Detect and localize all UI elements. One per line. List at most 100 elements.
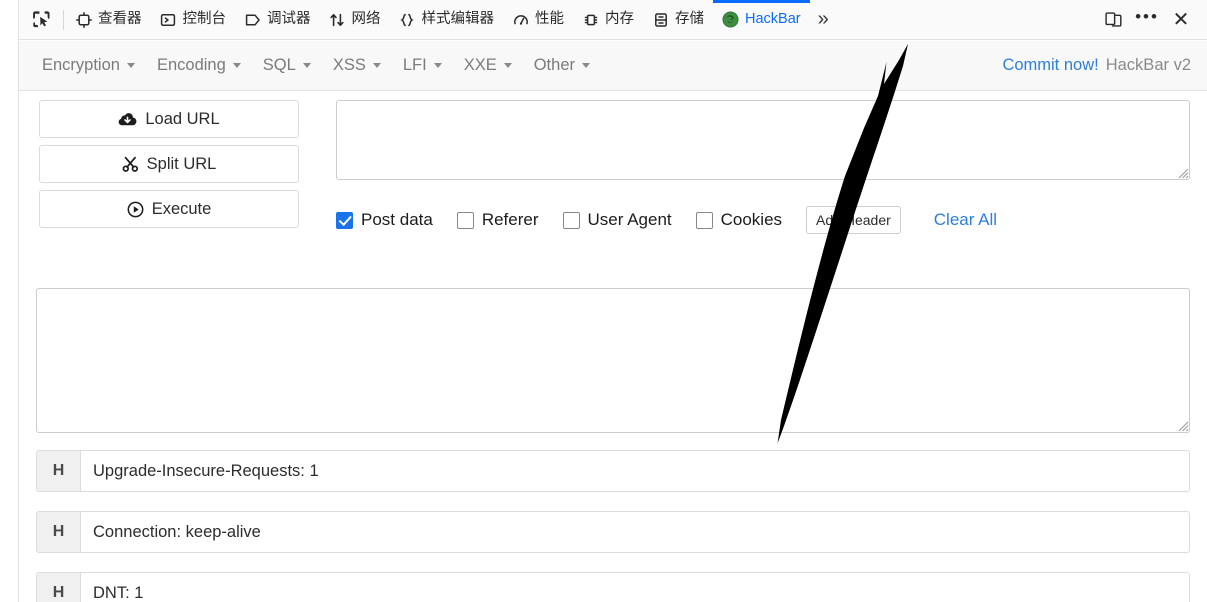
option-label: User Agent xyxy=(587,210,672,229)
chevron-down-icon xyxy=(372,63,381,68)
post-data-checkbox[interactable] xyxy=(336,211,353,229)
option-user-agent[interactable]: User Agent xyxy=(562,210,672,230)
tab-label: 内存 xyxy=(605,11,634,28)
overflow-tabs-icon[interactable]: » xyxy=(810,0,837,40)
toolbar-divider xyxy=(63,9,64,30)
option-referer[interactable]: Referer xyxy=(456,210,539,230)
tab-memory[interactable]: 内存 xyxy=(573,0,643,40)
style-editor-icon xyxy=(399,11,416,28)
header-input[interactable] xyxy=(81,451,1189,491)
memory-icon xyxy=(582,11,599,28)
url-input[interactable] xyxy=(336,100,1190,180)
header-row: H xyxy=(36,572,1190,602)
menu-label: XXE xyxy=(463,56,497,74)
post-data-input[interactable] xyxy=(36,288,1190,433)
storage-icon xyxy=(652,11,669,28)
clear-all-link[interactable]: Clear All xyxy=(934,210,997,230)
chevron-down-icon xyxy=(582,63,590,68)
hackbar-panel: Load URL Split URL Execute Post data Ref… xyxy=(19,92,1207,602)
commit-now-link[interactable]: Commit now! xyxy=(1002,56,1098,75)
tab-inspector[interactable]: 查看器 xyxy=(66,0,151,40)
inspector-icon xyxy=(75,11,92,28)
meatball-glyph: ••• xyxy=(1135,7,1159,26)
option-cookies[interactable]: Cookies xyxy=(695,210,783,230)
header-tag: H xyxy=(37,512,81,552)
tab-label: 性能 xyxy=(535,11,564,28)
header-list: H H H xyxy=(36,450,1190,602)
hackbar-menubar-right: Commit now! HackBar v2 xyxy=(1002,56,1195,75)
menu-encoding[interactable]: Encoding xyxy=(146,49,252,82)
chevron-down-icon xyxy=(503,63,512,68)
tab-debugger[interactable]: 调试器 xyxy=(235,0,320,40)
menu-xss[interactable]: XSS xyxy=(322,49,392,82)
menu-label: LFI xyxy=(402,56,427,74)
tab-network[interactable]: 网络 xyxy=(320,0,390,40)
execute-button[interactable]: Execute xyxy=(39,190,299,228)
devtools-toolbar-actions: ••• ✕ xyxy=(1097,3,1207,37)
tab-label: 调试器 xyxy=(267,11,311,28)
header-row: H xyxy=(36,511,1190,553)
option-label: Post data xyxy=(361,210,433,229)
header-tag: H xyxy=(37,451,81,491)
close-icon[interactable]: ✕ xyxy=(1165,3,1197,37)
split-url-button[interactable]: Split URL xyxy=(39,145,299,183)
option-label: Cookies xyxy=(720,210,783,229)
scissors-icon xyxy=(122,156,139,173)
request-options-row: Post data Referer User Agent Cookies Add… xyxy=(336,200,1190,240)
chevron-down-icon xyxy=(302,63,311,68)
tab-performance[interactable]: 性能 xyxy=(503,0,573,40)
tab-label: HackBar xyxy=(745,11,801,28)
network-icon xyxy=(329,11,346,28)
button-label: Split URL xyxy=(146,154,217,173)
menu-lfi[interactable]: LFI xyxy=(392,49,453,82)
user-agent-checkbox[interactable] xyxy=(562,211,580,229)
menu-encryption[interactable]: Encryption xyxy=(31,49,146,82)
tab-hackbar[interactable]: HackBar xyxy=(713,0,810,40)
devtools-window: 查看器 控制台 调试器 网络 样式编辑器 性能 内存 存储 HackBar » … xyxy=(0,0,1207,602)
menu-label: Other xyxy=(533,56,575,74)
referer-checkbox[interactable] xyxy=(456,211,474,229)
tab-storage[interactable]: 存储 xyxy=(643,0,713,40)
header-input[interactable] xyxy=(81,573,1189,602)
menu-label: Encryption xyxy=(42,56,120,74)
meatball-menu-icon[interactable]: ••• xyxy=(1131,3,1163,37)
devtools-tab-list: 查看器 控制台 调试器 网络 样式编辑器 性能 内存 存储 HackBar » xyxy=(66,0,1097,40)
tab-style-editor[interactable]: 样式编辑器 xyxy=(390,0,504,40)
close-glyph: ✕ xyxy=(1172,8,1190,31)
console-icon xyxy=(160,11,177,28)
menu-sql[interactable]: SQL xyxy=(252,49,322,82)
tab-label: 控制台 xyxy=(182,11,227,28)
add-header-button[interactable]: Add Header xyxy=(806,206,901,234)
menu-label: XSS xyxy=(332,56,366,74)
tab-label: 查看器 xyxy=(98,11,142,28)
hackbar-icon xyxy=(722,11,739,28)
chevron-down-icon xyxy=(433,63,442,68)
button-label: Execute xyxy=(151,199,212,218)
header-input[interactable] xyxy=(81,512,1189,552)
menu-label: Encoding xyxy=(156,56,226,74)
cloud-download-icon xyxy=(118,111,137,127)
tab-label: 网络 xyxy=(351,11,381,28)
element-picker-icon[interactable] xyxy=(19,0,63,40)
hackbar-version-label: HackBar v2 xyxy=(1105,56,1191,74)
tab-label: 存储 xyxy=(675,11,704,28)
load-url-button[interactable]: Load URL xyxy=(39,100,299,138)
menu-other[interactable]: Other xyxy=(523,49,601,82)
hackbar-menubar: Encryption Encoding SQL XSS LFI XXE Othe… xyxy=(19,41,1207,91)
tab-console[interactable]: 控制台 xyxy=(151,0,236,40)
header-row: H xyxy=(36,450,1190,492)
option-post-data[interactable]: Post data xyxy=(336,210,433,230)
debugger-icon xyxy=(244,11,261,28)
cookies-checkbox[interactable] xyxy=(695,211,713,229)
performance-icon xyxy=(512,11,529,28)
devtools-toolbar: 查看器 控制台 调试器 网络 样式编辑器 性能 内存 存储 HackBar » … xyxy=(19,0,1207,40)
menu-xxe[interactable]: XXE xyxy=(453,49,523,82)
responsive-design-mode-icon[interactable] xyxy=(1097,3,1129,37)
hackbar-action-buttons: Load URL Split URL Execute xyxy=(39,100,299,235)
menu-label: SQL xyxy=(262,56,296,74)
option-label: Referer xyxy=(481,210,539,229)
play-circle-icon xyxy=(127,201,144,218)
button-label: Load URL xyxy=(145,109,220,128)
chevron-down-icon xyxy=(126,63,135,68)
header-tag: H xyxy=(37,573,81,602)
